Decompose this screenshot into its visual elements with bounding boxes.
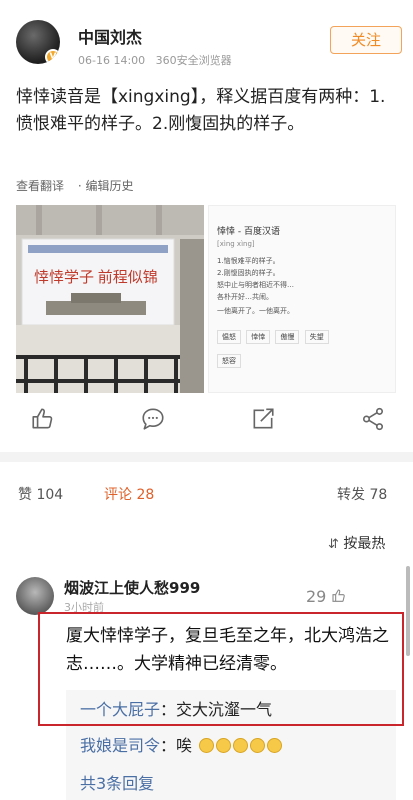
sweat-smile-emoji-icon [216,738,232,753]
dictionary-line: 怒中止与明者相近不得… [217,281,294,289]
thumbs-up-icon [332,589,346,602]
dictionary-pinyin: [xìng xìng] [217,240,255,248]
section-divider [0,452,413,462]
sweat-smile-emoji-icon [250,738,266,753]
author-name[interactable]: 中国刘杰 [78,24,142,48]
post-text: 悻悻读音是【xingxing】，释义据百度有两种：1.愤恨难平的样子。2.刚愎固… [16,87,386,134]
banner-text: 悻悻学子 前程似锦 [34,269,158,286]
edit-history-link[interactable]: · 编辑历史 [78,179,134,193]
comment-like-count: 29 [306,587,327,606]
dictionary-tag: 失望 [304,330,329,344]
follow-button[interactable]: 关注 [330,26,402,54]
tab-likes[interactable]: 赞 104 [18,484,63,504]
post-time: 06-16 14:00 [78,54,146,67]
more-replies-link[interactable]: 共3条回复 [80,770,154,794]
reply-text: 唉 [176,736,193,755]
campus-photo-image: 悻悻学子 前程似锦 [16,205,204,393]
tab-comments[interactable]: 评论 28 [104,484,154,504]
reply-item[interactable]: 我娘是司令：唉 [80,732,283,756]
post-source: 360安全浏览器 [155,54,232,67]
sweat-smile-emoji-icon [233,738,249,753]
comment-like-button[interactable]: 29 [306,587,347,606]
reply-author[interactable]: 我娘是司令 [80,736,160,755]
dictionary-line: 一他离开了。一他离开。 [217,307,294,315]
dictionary-tag: 傲慢 [275,330,300,344]
dictionary-tag: 愠怒 [217,330,241,344]
tab-reposts[interactable]: 转发 78 [337,484,387,504]
dictionary-tags: 愠怒 悻悻 傲慢 失望 [217,330,329,344]
verified-badge-icon: V [45,49,60,64]
dictionary-tags-2: 怒容 [217,354,241,368]
reply-separator: ： [160,736,177,755]
post-photo-campus[interactable]: 悻悻学子 前程似锦 [16,205,204,393]
highlight-box [38,612,404,726]
post-text-actions: 查看翻译 · 编辑历史 [16,177,143,194]
engagement-tabs: 赞 104 评论 28 转发 78 [0,484,413,504]
commenter-avatar[interactable] [16,577,54,615]
author-avatar[interactable]: V [16,20,60,64]
sort-label: 按最热 [343,536,386,552]
comment-icon[interactable] [140,406,166,432]
dictionary-line: 2.刚愎固执的样子。 [217,269,280,277]
sort-toggle[interactable]: ⇵ 按最热 [328,533,385,553]
more-share-icon[interactable] [360,406,386,432]
dictionary-tag: 怒容 [217,354,241,368]
sort-icon: ⇵ [328,537,339,552]
dictionary-line: 各朴开好…共闹。 [217,293,273,301]
post-action-bar [0,406,413,440]
sweat-smile-emoji-icon [267,738,283,753]
dictionary-line: 1.恼恨难平的样子。 [217,257,280,265]
share-icon[interactable] [250,406,276,432]
post-photo-dictionary[interactable]: 悻悻 - 百度汉语 [xìng xìng] 1.恼恨难平的样子。 2.刚愎固执的… [208,205,396,393]
post-meta: 06-16 14:00 360安全浏览器 [78,52,232,68]
translate-link[interactable]: 查看翻译 [16,179,64,193]
dictionary-title: 悻悻 - 百度汉语 [217,227,280,237]
thumbs-up-icon[interactable] [30,406,56,432]
scrollbar[interactable] [406,566,410,656]
sweat-smile-emoji-icon [199,738,215,753]
commenter-name[interactable]: 烟波江上使人愁999 [64,577,200,598]
dictionary-tag: 悻悻 [246,330,271,344]
